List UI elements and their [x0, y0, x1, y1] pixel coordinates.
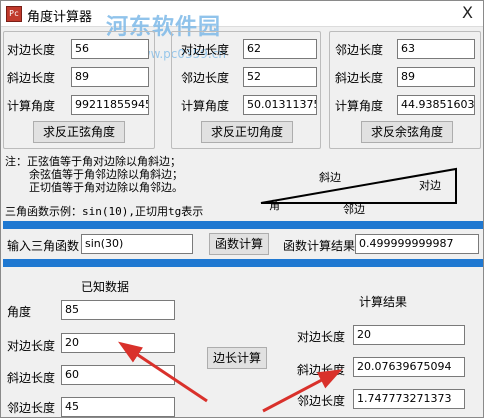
arrow-to-known-opposite [118, 341, 208, 403]
app-window: Pc 角度计算器 X 河东软件园 www.pc0359.cn 对边长度 56 斜… [0, 0, 484, 418]
arrow-to-result-hypotenuse [262, 369, 343, 413]
annotation-arrows [118, 341, 343, 413]
